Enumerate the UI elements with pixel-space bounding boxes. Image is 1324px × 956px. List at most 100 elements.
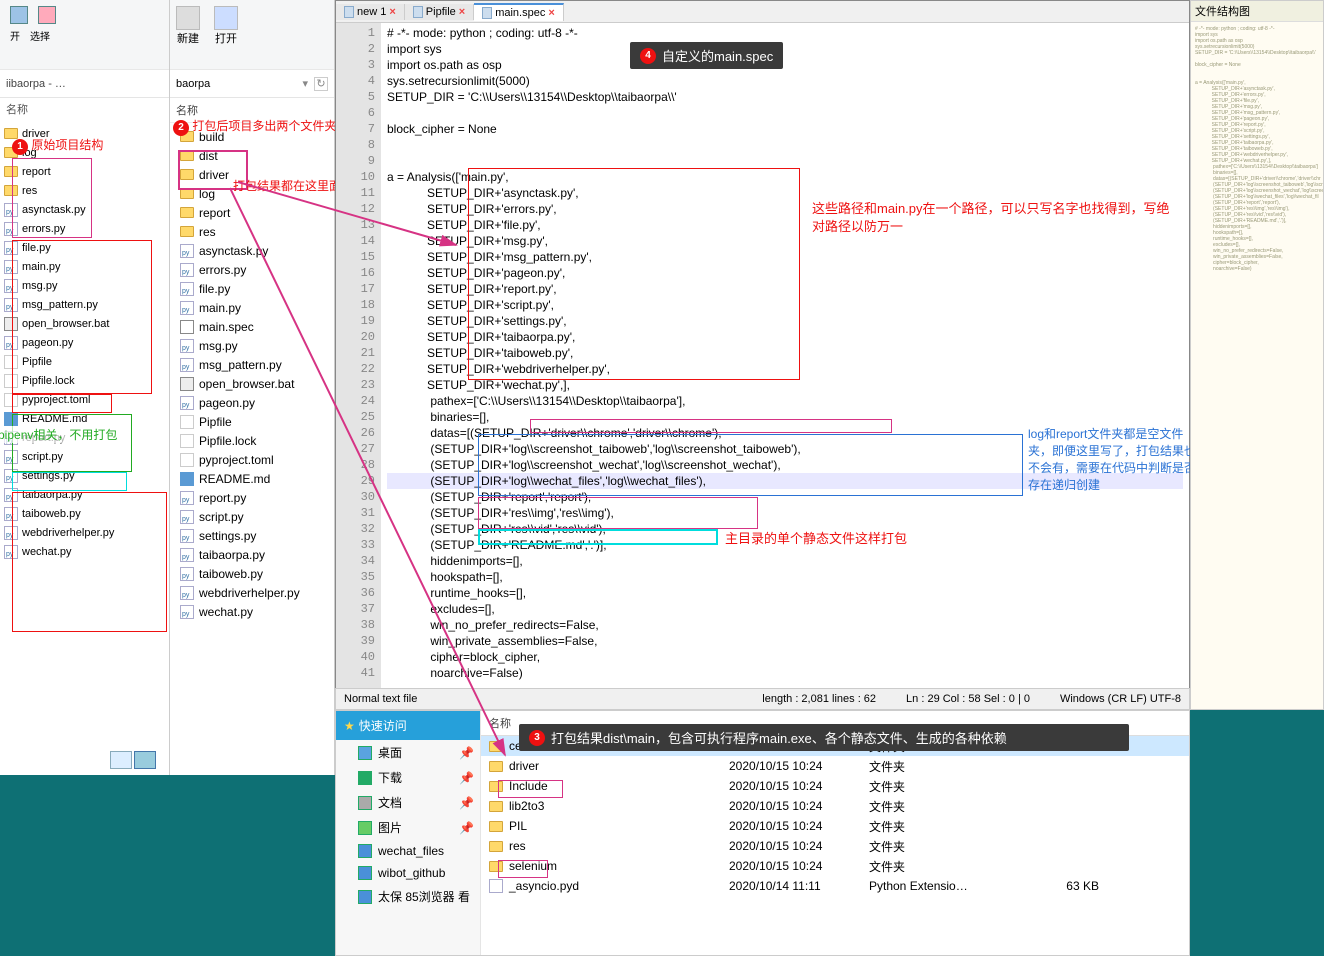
file-item[interactable]: res: [170, 222, 334, 241]
file-item[interactable]: report.py: [0, 428, 169, 447]
col-size[interactable]: [1019, 715, 1099, 731]
editor-tab[interactable]: Pipfile×: [405, 4, 474, 20]
nav-item[interactable]: 文档📌: [336, 790, 480, 815]
file-item[interactable]: README.md: [0, 409, 169, 428]
file-item[interactable]: dist: [170, 146, 334, 165]
mid-breadcrumb[interactable]: baorpa ▾ ↻: [170, 70, 334, 98]
file-item[interactable]: res: [0, 181, 169, 200]
col-type[interactable]: [869, 715, 1019, 731]
file-name: Pipfile: [199, 415, 232, 429]
file-item[interactable]: pyproject.toml: [170, 450, 334, 469]
file-item[interactable]: msg_pattern.py: [0, 295, 169, 314]
col-date[interactable]: [729, 715, 869, 731]
file-item[interactable]: open_browser.bat: [0, 314, 169, 333]
file-item[interactable]: errors.py: [170, 260, 334, 279]
file-item[interactable]: log: [0, 143, 169, 162]
nav-item[interactable]: wibot_github: [336, 862, 480, 884]
col-name[interactable]: 名称: [489, 715, 729, 731]
file-item[interactable]: script.py: [0, 447, 169, 466]
editor-tab[interactable]: main.spec×: [474, 3, 564, 21]
document-map[interactable]: 文件结构图 # -*- mode: python ; coding: utf-8…: [1190, 0, 1324, 710]
file-item[interactable]: settings.py: [0, 466, 169, 485]
file-item[interactable]: msg_pattern.py: [170, 355, 334, 374]
file-item[interactable]: file.py: [0, 238, 169, 257]
close-icon[interactable]: ×: [548, 7, 554, 19]
list-row[interactable]: lib2to32020/10/15 10:24文件夹: [481, 796, 1189, 816]
file-item[interactable]: report: [0, 162, 169, 181]
file-name: taibaorpa.py: [199, 548, 265, 562]
file-item[interactable]: main.spec: [170, 317, 334, 336]
file-item[interactable]: msg.py: [0, 276, 169, 295]
list-row[interactable]: res2020/10/15 10:24文件夹: [481, 836, 1189, 856]
open-icon[interactable]: [214, 6, 238, 30]
nav-item[interactable]: 下载📌: [336, 765, 480, 790]
file-item[interactable]: asynctask.py: [0, 200, 169, 219]
code-text[interactable]: # -*- mode: python ; coding: utf-8 -*-im…: [381, 23, 1189, 709]
file-item[interactable]: taiboweb.py: [170, 564, 334, 583]
file-item[interactable]: taibaorpa.py: [0, 485, 169, 504]
refresh-icon[interactable]: ↻: [314, 77, 328, 91]
file-item[interactable]: Pipfile: [170, 412, 334, 431]
folder-icon: [358, 866, 372, 880]
file-item[interactable]: report: [170, 203, 334, 222]
file-item[interactable]: msg.py: [170, 336, 334, 355]
list-row[interactable]: PIL2020/10/15 10:24文件夹: [481, 816, 1189, 836]
file-item[interactable]: wechat.py: [0, 542, 169, 561]
row-type: 文件夹: [869, 818, 1019, 835]
select-label[interactable]: 选择: [30, 28, 50, 43]
list-row[interactable]: Include2020/10/15 10:24文件夹: [481, 776, 1189, 796]
file-item[interactable]: main.py: [170, 298, 334, 317]
file-item[interactable]: pyproject.toml: [0, 390, 169, 409]
nav-item[interactable]: wechat_files: [336, 840, 480, 862]
editor-tab[interactable]: new 1×: [336, 4, 405, 20]
nav-item[interactable]: 太保 85浏览器 看: [336, 884, 480, 909]
file-item[interactable]: pageon.py: [170, 393, 334, 412]
file-item[interactable]: driver: [170, 165, 334, 184]
file-item[interactable]: script.py: [170, 507, 334, 526]
file-item[interactable]: pageon.py: [0, 333, 169, 352]
file-item[interactable]: report.py: [170, 488, 334, 507]
file-item[interactable]: taiboweb.py: [0, 504, 169, 523]
file-item[interactable]: webdriverhelper.py: [0, 523, 169, 542]
file-item[interactable]: driver: [0, 124, 169, 143]
close-icon[interactable]: ×: [459, 6, 465, 18]
list-row[interactable]: driver2020/10/15 10:24文件夹: [481, 756, 1189, 776]
nav-item[interactable]: 图片 📌: [336, 815, 480, 840]
file-name: asynctask.py: [22, 204, 86, 216]
file-item[interactable]: README.md: [170, 469, 334, 488]
viewmode-list[interactable]: [110, 751, 132, 769]
status-bar: Normal text file length : 2,081 lines : …: [335, 688, 1190, 710]
file-item[interactable]: Pipfile: [0, 352, 169, 371]
left-breadcrumb[interactable]: iibaorpa - …: [0, 70, 169, 98]
quick-access-header[interactable]: ★快速访问: [336, 711, 480, 740]
nav-label: 图片: [378, 819, 402, 836]
folder-icon: [489, 801, 503, 812]
list-row[interactable]: certifi2020/10/15 10:24文件夹: [481, 736, 1189, 756]
file-item[interactable]: wechat.py: [170, 602, 334, 621]
result-file-list: 名称 certifi2020/10/15 10:24文件夹driver2020/…: [481, 711, 1189, 955]
file-item[interactable]: Pipfile.lock: [0, 371, 169, 390]
file-item[interactable]: webdriverhelper.py: [170, 583, 334, 602]
close-icon[interactable]: ×: [389, 6, 395, 18]
file-item[interactable]: settings.py: [170, 526, 334, 545]
file-item[interactable]: open_browser.bat: [170, 374, 334, 393]
file-item[interactable]: main.py: [0, 257, 169, 276]
new-folder-icon[interactable]: [176, 6, 200, 30]
layout-icon[interactable]: [10, 6, 28, 24]
list-row[interactable]: _asyncio.pyd2020/10/14 11:11Python Exten…: [481, 876, 1189, 896]
pin-icon: 📌: [459, 821, 474, 835]
grid-icon[interactable]: [38, 6, 56, 24]
file-item[interactable]: taibaorpa.py: [170, 545, 334, 564]
list-row[interactable]: selenium2020/10/15 10:24文件夹: [481, 856, 1189, 876]
file-item[interactable]: build: [170, 127, 334, 146]
file-item[interactable]: file.py: [170, 279, 334, 298]
open-label[interactable]: 开: [10, 28, 20, 43]
mid-name-header[interactable]: 名称: [170, 98, 334, 123]
file-item[interactable]: log: [170, 184, 334, 203]
file-item[interactable]: Pipfile.lock: [170, 431, 334, 450]
file-item[interactable]: asynctask.py: [170, 241, 334, 260]
file-item[interactable]: errors.py: [0, 219, 169, 238]
viewmode-details[interactable]: [134, 751, 156, 769]
nav-item[interactable]: 桌面📌: [336, 740, 480, 765]
pyd-icon: [489, 879, 503, 893]
